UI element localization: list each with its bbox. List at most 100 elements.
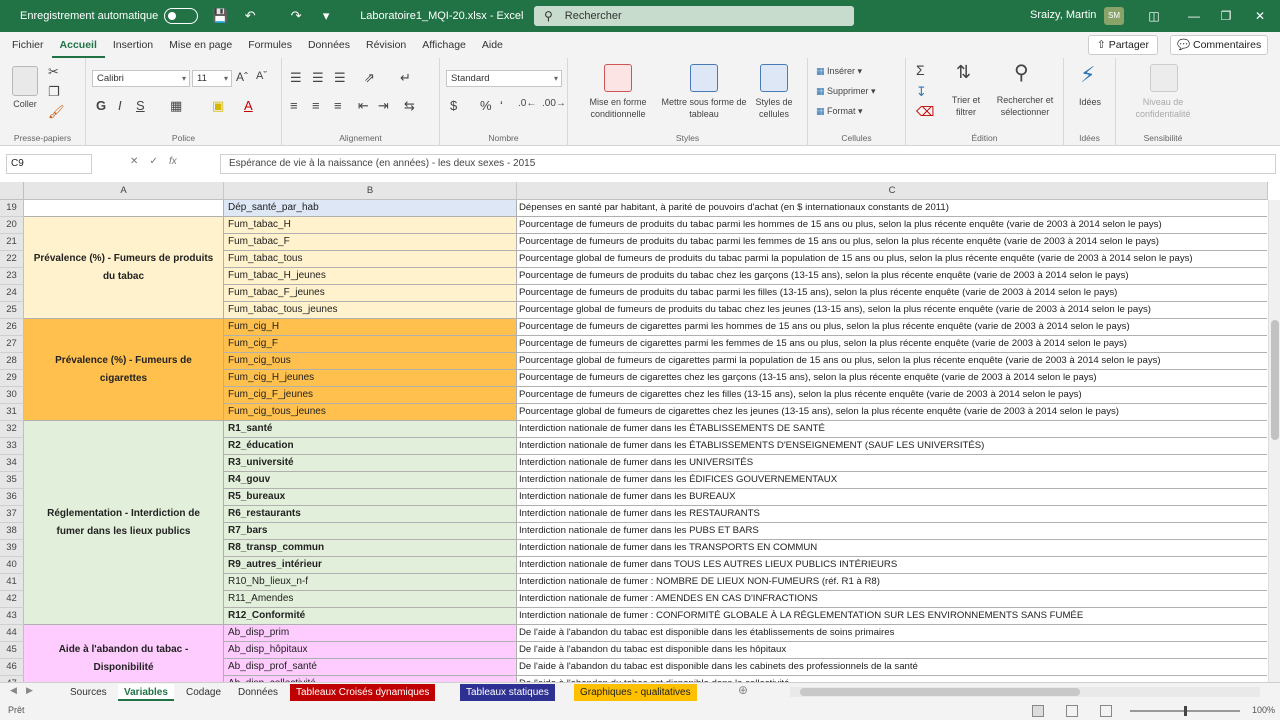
variable-name-cell[interactable]: R9_autres_intérieur <box>224 557 517 574</box>
align-center-icon[interactable]: ≡ <box>312 98 320 113</box>
row-header[interactable]: 35 <box>0 472 24 489</box>
align-left-icon[interactable]: ≡ <box>290 98 298 113</box>
row-header[interactable]: 20 <box>0 217 24 234</box>
row-header[interactable]: 36 <box>0 489 24 506</box>
comments-button[interactable]: 💬 Commentaires <box>1170 35 1269 55</box>
description-cell[interactable]: Pourcentage de fumeurs de cigarettes che… <box>517 387 1267 404</box>
conditional-formatting-label[interactable]: Mise en forme conditionnelle <box>578 96 658 120</box>
sort-filter-icon[interactable]: ⇅ <box>956 62 971 83</box>
font-color-icon[interactable]: A <box>244 98 253 113</box>
tab-revision[interactable]: Révision <box>358 32 414 58</box>
row-header[interactable]: 32 <box>0 421 24 438</box>
save-icon[interactable]: 💾 <box>212 8 228 24</box>
variable-name-cell[interactable]: R6_restaurants <box>224 506 517 523</box>
format-painter-icon[interactable]: 🖌 <box>48 104 65 120</box>
description-cell[interactable]: De l'aide à l'abandon du tabac est dispo… <box>517 625 1267 642</box>
description-cell[interactable]: De l'aide à l'abandon du tabac est dispo… <box>517 659 1267 676</box>
row-header[interactable]: 29 <box>0 370 24 387</box>
row-header[interactable]: 25 <box>0 302 24 319</box>
sheet-tab[interactable]: Codage <box>180 684 227 701</box>
variable-name-cell[interactable]: R7_bars <box>224 523 517 540</box>
grow-font-icon[interactable]: Aˆ <box>236 70 248 84</box>
sort-filter-label[interactable]: Trier et filtrer <box>944 94 988 118</box>
font-name-dropdown[interactable]: Calibri <box>92 70 190 87</box>
vertical-scroll-thumb[interactable] <box>1271 320 1279 440</box>
horizontal-scroll-thumb[interactable] <box>800 688 1080 696</box>
variable-name-cell[interactable]: Ab_disp_prof_santé <box>224 659 517 676</box>
sheet-tab[interactable]: Tableaux statiques <box>460 684 555 701</box>
cancel-icon[interactable]: ✕ <box>130 156 138 167</box>
row-header[interactable]: 38 <box>0 523 24 540</box>
fill-icon[interactable]: ↧ <box>916 84 927 100</box>
borders-icon[interactable]: ▦ <box>170 98 182 114</box>
description-cell[interactable]: Interdiction nationale de fumer dans les… <box>517 421 1267 438</box>
description-cell[interactable]: Pourcentage global de fumeurs de produit… <box>517 302 1267 319</box>
avatar[interactable]: SM <box>1104 7 1124 25</box>
number-format-dropdown[interactable]: Standard <box>446 70 562 87</box>
row-header[interactable]: 42 <box>0 591 24 608</box>
variable-name-cell[interactable]: Fum_cig_F <box>224 336 517 353</box>
redo-icon[interactable]: ↷ <box>288 8 304 24</box>
formula-input[interactable]: Espérance de vie à la naissance (en anné… <box>220 154 1276 174</box>
ribbon-display-icon[interactable]: ◫ <box>1144 6 1164 26</box>
variable-name-cell[interactable]: Fum_tabac_H_jeunes <box>224 268 517 285</box>
variable-name-cell[interactable]: Dép_santé_par_hab <box>224 200 517 217</box>
category-cell[interactable]: Prévalence (%) - Fumeurs de produits du … <box>24 217 224 319</box>
horizontal-scrollbar[interactable] <box>790 687 1260 697</box>
cell-styles-icon[interactable] <box>760 64 788 92</box>
variable-name-cell[interactable]: Fum_cig_F_jeunes <box>224 387 517 404</box>
format-as-table-label[interactable]: Mettre sous forme de tableau <box>660 96 748 120</box>
select-all-corner[interactable] <box>0 182 24 200</box>
ideas-icon[interactable]: ⚡ <box>1080 62 1095 88</box>
variable-name-cell[interactable]: Fum_cig_H_jeunes <box>224 370 517 387</box>
normal-view-icon[interactable] <box>1032 705 1044 717</box>
increase-decimal-icon[interactable]: .0← <box>518 98 536 109</box>
row-header[interactable]: 41 <box>0 574 24 591</box>
row-header[interactable]: 22 <box>0 251 24 268</box>
tab-accueil[interactable]: Accueil <box>51 32 105 58</box>
find-select-label[interactable]: Rechercher et sélectionner <box>990 94 1060 118</box>
row-header[interactable]: 27 <box>0 336 24 353</box>
percent-icon[interactable]: % <box>480 98 492 113</box>
decrease-indent-icon[interactable]: ⇤ <box>358 98 369 114</box>
bold-icon[interactable]: G <box>96 98 106 113</box>
description-cell[interactable]: De l'aide à l'abandon du tabac est dispo… <box>517 642 1267 659</box>
description-cell[interactable]: Pourcentage de fumeurs de produits du ta… <box>517 234 1267 251</box>
delete-cells-button[interactable]: ▦ Supprimer ▾ <box>816 86 876 97</box>
page-break-view-icon[interactable] <box>1100 705 1112 717</box>
next-sheet-icon[interactable]: ▶ <box>26 685 33 696</box>
font-size-dropdown[interactable]: 11 <box>192 70 232 87</box>
row-header[interactable]: 19 <box>0 200 24 217</box>
shrink-font-icon[interactable]: Aˇ <box>256 70 267 82</box>
description-cell[interactable]: Interdiction nationale de fumer dans les… <box>517 540 1267 557</box>
variable-name-cell[interactable]: R12_Conformité <box>224 608 517 625</box>
description-cell[interactable]: Interdiction nationale de fumer dans les… <box>517 455 1267 472</box>
row-header[interactable]: 23 <box>0 268 24 285</box>
paste-icon[interactable] <box>12 66 38 96</box>
autosum-icon[interactable]: Σ <box>916 62 925 78</box>
orientation-icon[interactable]: ⇗ <box>364 70 375 86</box>
align-right-icon[interactable]: ≡ <box>334 98 342 113</box>
description-cell[interactable]: Pourcentage de fumeurs de cigarettes che… <box>517 370 1267 387</box>
tab-insertion[interactable]: Insertion <box>105 32 161 58</box>
align-bottom-icon[interactable]: ☰ <box>334 70 346 86</box>
row-header[interactable]: 31 <box>0 404 24 421</box>
description-cell[interactable]: Pourcentage de fumeurs de produits du ta… <box>517 268 1267 285</box>
decrease-decimal-icon[interactable]: .00→ <box>542 98 566 109</box>
description-cell[interactable]: Interdiction nationale de fumer dans les… <box>517 472 1267 489</box>
find-select-icon[interactable]: ⚲ <box>1014 60 1029 85</box>
description-cell[interactable]: Pourcentage global de fumeurs de produit… <box>517 251 1267 268</box>
tab-fichier[interactable]: Fichier <box>4 32 52 58</box>
user-name[interactable]: Sraizy, Martin <box>1030 9 1096 21</box>
tab-aide[interactable]: Aide <box>474 32 511 58</box>
row-header[interactable]: 28 <box>0 353 24 370</box>
variable-name-cell[interactable]: Ab_disp_prim <box>224 625 517 642</box>
wrap-text-icon[interactable]: ↵ <box>400 70 411 86</box>
italic-icon[interactable]: I <box>118 98 122 113</box>
variable-name-cell[interactable]: R4_gouv <box>224 472 517 489</box>
row-header[interactable]: 37 <box>0 506 24 523</box>
prev-sheet-icon[interactable]: ◀ <box>10 685 17 696</box>
variable-name-cell[interactable]: Fum_cig_H <box>224 319 517 336</box>
category-cell[interactable] <box>24 200 224 217</box>
sheet-tab[interactable]: Tableaux Croisés dynamiques <box>290 684 436 701</box>
